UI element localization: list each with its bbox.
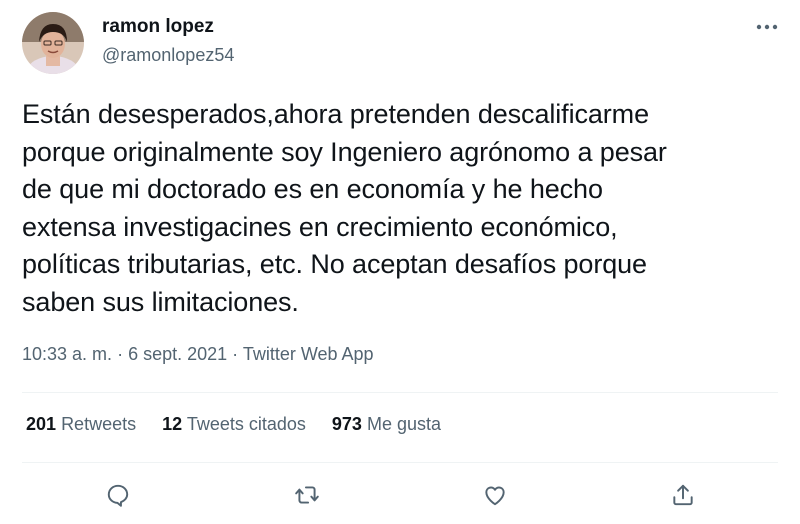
tweet-text: Están desesperados,ahora pretenden desca… bbox=[22, 99, 667, 317]
retweet-button[interactable] bbox=[290, 478, 324, 512]
avatar[interactable] bbox=[22, 12, 84, 74]
divider bbox=[22, 392, 778, 393]
likes-count: 973 bbox=[331, 414, 362, 434]
retweets-count: 201 bbox=[26, 414, 57, 434]
meta-separator: · bbox=[227, 344, 243, 364]
retweet-icon bbox=[295, 486, 319, 504]
action-bar bbox=[0, 478, 800, 512]
like-button[interactable] bbox=[478, 478, 512, 512]
more-icon bbox=[756, 24, 778, 30]
likes-label: Me gusta bbox=[366, 414, 441, 434]
tweet-date[interactable]: 6 sept. 2021 bbox=[128, 344, 227, 364]
tweet-time[interactable]: 10:33 a. m. bbox=[22, 344, 112, 364]
quote-tweets-stat[interactable]: 12 Tweets citados bbox=[162, 414, 306, 435]
tweet-card: ramon lopez @ramonlopez54 Están desesper… bbox=[0, 0, 800, 524]
reply-icon bbox=[107, 484, 129, 507]
share-button[interactable] bbox=[666, 478, 700, 512]
quote-tweets-count: 12 bbox=[162, 414, 183, 434]
tweet-source[interactable]: Twitter Web App bbox=[243, 344, 374, 364]
likes-stat[interactable]: 973 Me gusta bbox=[332, 414, 441, 435]
meta-separator: · bbox=[112, 344, 129, 364]
more-options-button[interactable] bbox=[750, 14, 784, 40]
retweets-label: Retweets bbox=[61, 414, 137, 434]
tweet-meta: 10:33 a. m. · 6 sept. 2021 · Twitter Web… bbox=[22, 344, 374, 365]
retweets-stat[interactable]: 201 Retweets bbox=[26, 414, 136, 435]
reply-button[interactable] bbox=[101, 478, 135, 512]
user-handle[interactable]: @ramonlopez54 bbox=[102, 45, 234, 66]
quote-tweets-label: Tweets citados bbox=[186, 414, 306, 434]
display-name[interactable]: ramon lopez bbox=[102, 16, 214, 38]
tweet-stats: 201 Retweets 12 Tweets citados 973 Me gu… bbox=[26, 414, 441, 435]
like-icon bbox=[485, 486, 505, 506]
profile-photo-icon bbox=[22, 12, 84, 74]
divider bbox=[22, 462, 778, 463]
share-icon bbox=[673, 484, 693, 506]
